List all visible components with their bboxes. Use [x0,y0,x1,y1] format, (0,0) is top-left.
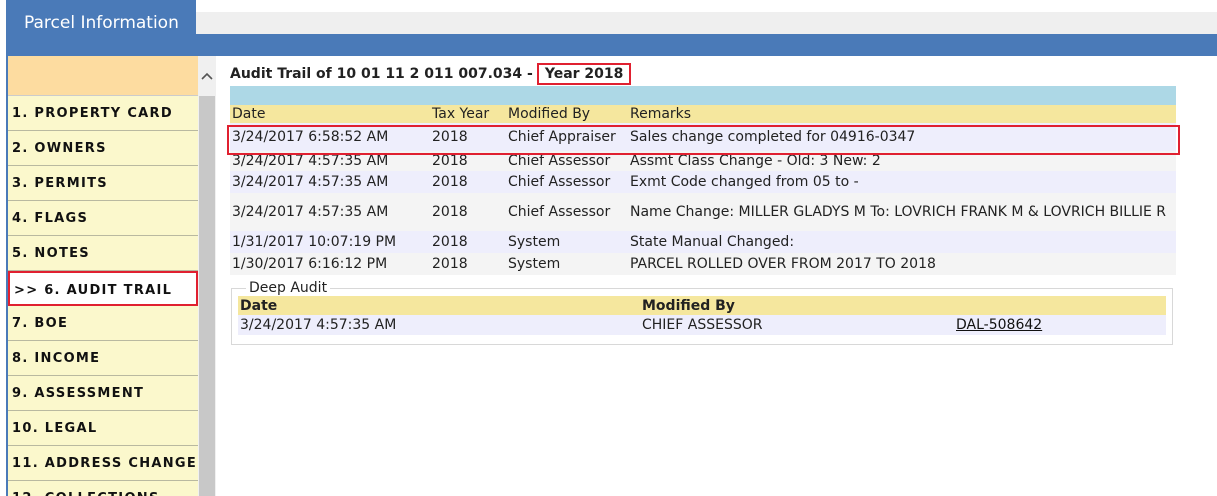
page-title: Audit Trail of 10 01 11 2 011 007.034 - … [230,62,1176,86]
audit-table: Date Tax Year Modified By Remarks 3/24/2… [230,105,1176,275]
sidebar: 1. PROPERTY CARD 2. OWNERS 3. PERMITS 4.… [6,56,198,496]
audit-title-prefix: Audit Trail of 10 01 11 2 011 007.034 - [230,66,533,82]
table-row: 3/24/2017 4:57:35 AM CHIEF ASSESSOR DAL-… [238,315,1166,335]
cell-tax-year: 2018 [430,253,506,275]
tab-strip [196,12,1217,34]
col-modified-by: Modified By [506,105,628,123]
cell-remarks: Name Change: MILLER GLADYS M To: LOVRICH… [628,193,1176,231]
col-date: Date [230,105,430,123]
deep-col-modified-by: Modified By [640,296,954,315]
sidebar-item-income[interactable]: 8. INCOME [8,341,198,376]
deep-col-link [954,296,1166,315]
sidebar-header [8,56,198,96]
tab-parcel-information[interactable]: Parcel Information [6,0,196,36]
audit-header-row: Date Tax Year Modified By Remarks [230,105,1176,123]
deep-cell-modified-by: CHIEF ASSESSOR [640,315,954,335]
table-row: 3/24/2017 4:57:35 AM 2018 Chief Assessor… [230,171,1176,193]
cell-modified-by: Chief Assessor [506,151,628,171]
table-row: 3/24/2017 6:58:52 AM 2018 Chief Appraise… [230,123,1176,151]
sidebar-item-notes[interactable]: 5. NOTES [8,236,198,271]
cell-remarks: State Manual Changed: [628,231,1176,253]
table-row: 3/24/2017 4:57:35 AM 2018 Chief Assessor… [230,193,1176,231]
deep-audit-group: Deep Audit Date Modified By 3/24/2017 4:… [231,280,1173,345]
cell-date: 1/30/2017 6:16:12 PM [230,253,430,275]
header-band [6,34,1217,56]
sidebar-scrollbar[interactable] [198,56,216,496]
audit-trail-panel: Audit Trail of 10 01 11 2 011 007.034 - … [230,62,1176,275]
cell-remarks: PARCEL ROLLED OVER FROM 2017 TO 2018 [628,253,1176,275]
cell-modified-by: System [506,253,628,275]
cell-remarks: Exmt Code changed from 05 to - [628,171,1176,193]
sidebar-item-flags[interactable]: 4. FLAGS [8,201,198,236]
cell-date: 3/24/2017 4:57:35 AM [230,151,430,171]
sidebar-item-assessment[interactable]: 9. ASSESSMENT [8,376,198,411]
cell-date: 3/24/2017 6:58:52 AM [230,123,430,151]
year-label: Year 2018 [536,63,632,85]
sidebar-item-property-card[interactable]: 1. PROPERTY CARD [8,96,198,131]
col-remarks: Remarks [628,105,1176,123]
cell-modified-by: Chief Assessor [506,193,628,231]
chevron-up-icon[interactable] [198,56,216,96]
table-row: 1/31/2017 10:07:19 PM 2018 System State … [230,231,1176,253]
cell-date: 1/31/2017 10:07:19 PM [230,231,430,253]
cell-remarks: Assmt Class Change - Old: 3 New: 2 [628,151,1176,171]
sidebar-item-legal[interactable]: 10. LEGAL [8,411,198,446]
scrollbar-thumb[interactable] [199,96,215,496]
cell-remarks: Sales change completed for 04916-0347 [628,123,1176,151]
deep-audit-link[interactable]: DAL-508642 [956,317,1042,333]
cell-date: 3/24/2017 4:57:35 AM [230,193,430,231]
deep-cell-date: 3/24/2017 4:57:35 AM [238,315,640,335]
table-row: 3/24/2017 4:57:35 AM 2018 Chief Assessor… [230,151,1176,171]
cell-tax-year: 2018 [430,171,506,193]
cell-tax-year: 2018 [430,123,506,151]
table-row: 1/30/2017 6:16:12 PM 2018 System PARCEL … [230,253,1176,275]
deep-cell-link-cell: DAL-508642 [954,315,1166,335]
sidebar-item-collections[interactable]: 12. COLLECTIONS [8,481,198,496]
cell-modified-by: System [506,231,628,253]
sidebar-item-audit-trail[interactable]: >> 6. AUDIT TRAIL [8,271,198,306]
cell-modified-by: Chief Assessor [506,171,628,193]
sidebar-item-address-change[interactable]: 11. ADDRESS CHANGE [8,446,198,481]
audit-banner [230,86,1176,105]
cell-modified-by: Chief Appraiser [506,123,628,151]
cell-date: 3/24/2017 4:57:35 AM [230,171,430,193]
sidebar-item-permits[interactable]: 3. PERMITS [8,166,198,201]
deep-audit-table: Date Modified By 3/24/2017 4:57:35 AM CH… [238,296,1166,335]
sidebar-item-boe[interactable]: 7. BOE [8,306,198,341]
cell-tax-year: 2018 [430,193,506,231]
col-tax-year: Tax Year [430,105,506,123]
deep-col-date: Date [238,296,640,315]
deep-audit-legend: Deep Audit [249,280,328,296]
deep-audit-header-row: Date Modified By [238,296,1166,315]
cell-tax-year: 2018 [430,231,506,253]
sidebar-item-owners[interactable]: 2. OWNERS [8,131,198,166]
cell-tax-year: 2018 [430,151,506,171]
